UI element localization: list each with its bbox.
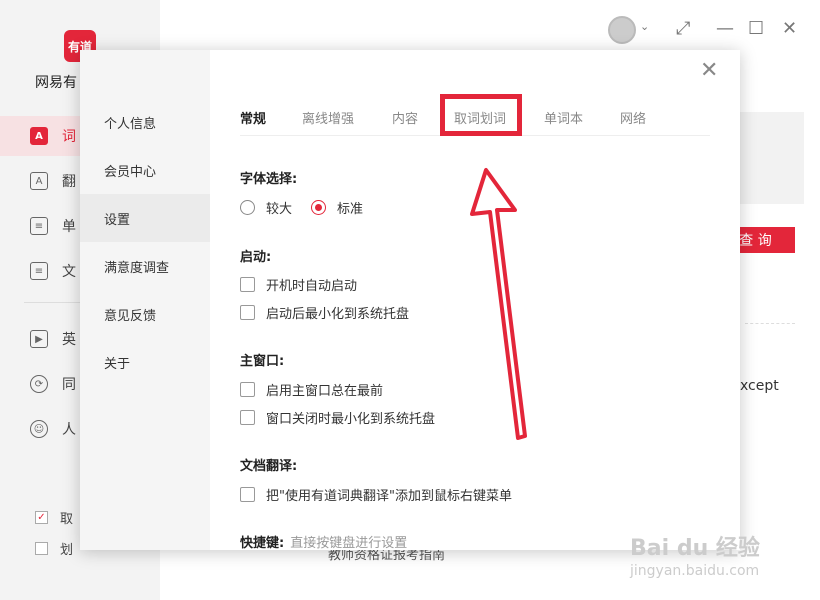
checkbox-icon xyxy=(240,410,255,425)
translate-icon: A xyxy=(30,172,48,190)
settings-dialog: 个人信息 会员中心 设置 满意度调查 意见反馈 关于 ✕ 常规 离线增强 内容 … xyxy=(80,50,740,550)
baidu-watermark-url: jingyan.baidu.com xyxy=(630,563,760,579)
close-window-icon[interactable]: ✕ xyxy=(782,18,797,39)
shrink-icon[interactable]: ⤢ xyxy=(676,18,690,39)
nav-item-video[interactable]: ▶ 英 xyxy=(30,329,76,349)
tab-offline[interactable]: 离线增强 xyxy=(302,108,354,127)
sync-icon: ⟳ xyxy=(30,375,48,393)
dialog-sidebar-item-about[interactable]: 关于 xyxy=(80,338,210,386)
nav-item-document[interactable]: ≡ 文 xyxy=(30,261,76,281)
bg-divider xyxy=(745,323,795,324)
tab-content[interactable]: 内容 xyxy=(392,108,418,127)
checkbox-icon xyxy=(240,487,255,502)
tab-highlight-box xyxy=(440,94,522,136)
shortcut-hint: 直接按键盘进行设置 xyxy=(290,536,408,550)
chevron-down-icon[interactable]: ⌄ xyxy=(640,20,649,33)
wordbook-icon: ≡ xyxy=(30,217,48,235)
checkbox-icon xyxy=(240,382,255,397)
human-icon: ☺ xyxy=(30,420,48,438)
baidu-watermark: Bai du 经验 xyxy=(630,536,760,561)
app-name: 网易有 xyxy=(35,75,77,91)
tab-network[interactable]: 网络 xyxy=(620,108,646,127)
font-section-title: 字体选择: xyxy=(240,172,298,187)
bg-search-area xyxy=(740,112,804,204)
minimize-icon[interactable]: — xyxy=(716,18,734,39)
font-option-large[interactable]: 较大 xyxy=(240,198,292,217)
font-option-standard[interactable]: 标准 xyxy=(311,198,363,217)
nav-item-translate[interactable]: A 翻 xyxy=(30,171,76,191)
radio-selected-icon xyxy=(311,200,326,215)
nav-item-wordbook[interactable]: ≡ 单 xyxy=(30,216,76,236)
dialog-sidebar-item-settings[interactable]: 设置 xyxy=(80,194,210,242)
video-icon: ▶ xyxy=(30,330,48,348)
maximize-icon[interactable]: ☐ xyxy=(748,18,764,39)
main-window-option-tray[interactable]: 窗口关闭时最小化到系统托盘 xyxy=(240,408,435,427)
dictionary-icon: A xyxy=(30,127,48,145)
nav-item-human[interactable]: ☺ 人 xyxy=(30,419,76,439)
checkbox-icon xyxy=(240,277,255,292)
startup-option-minimize[interactable]: 启动后最小化到系统托盘 xyxy=(240,303,409,322)
startup-option-autostart[interactable]: 开机时自动启动 xyxy=(240,275,357,294)
bottom-check-select[interactable]: 划 xyxy=(35,539,73,558)
tab-wordbook[interactable]: 单词本 xyxy=(544,108,583,127)
startup-section-title: 启动: xyxy=(240,250,272,265)
dialog-sidebar-item-survey[interactable]: 满意度调查 xyxy=(80,242,210,290)
dialog-sidebar-item-membership[interactable]: 会员中心 xyxy=(80,146,210,194)
main-window-option-top[interactable]: 启用主窗口总在最前 xyxy=(240,380,383,399)
nav-item-sync[interactable]: ⟳ 同 xyxy=(30,374,76,394)
doc-translate-section-title: 文档翻译: xyxy=(240,459,298,474)
close-icon[interactable]: ✕ xyxy=(700,58,718,83)
checkbox-icon xyxy=(240,305,255,320)
dialog-sidebar-item-profile[interactable]: 个人信息 xyxy=(80,98,210,146)
bottom-check-capture[interactable]: ✓ 取 xyxy=(35,508,73,527)
shortcut-section-title: 快捷键: 直接按键盘进行设置 xyxy=(240,536,408,550)
tab-general[interactable]: 常规 xyxy=(240,108,266,127)
dialog-sidebar-item-feedback[interactable]: 意见反馈 xyxy=(80,290,210,338)
document-icon: ≡ xyxy=(30,262,48,280)
avatar[interactable] xyxy=(608,16,636,44)
main-window-section-title: 主窗口: xyxy=(240,354,285,369)
nav-item-dictionary[interactable]: A 词 xyxy=(30,126,76,146)
radio-icon xyxy=(240,200,255,215)
check-icon: ✓ xyxy=(35,511,48,524)
bg-text: xcept xyxy=(740,378,779,394)
doc-translate-option-context-menu[interactable]: 把"使用有道词典翻译"添加到鼠标右键菜单 xyxy=(240,485,512,504)
